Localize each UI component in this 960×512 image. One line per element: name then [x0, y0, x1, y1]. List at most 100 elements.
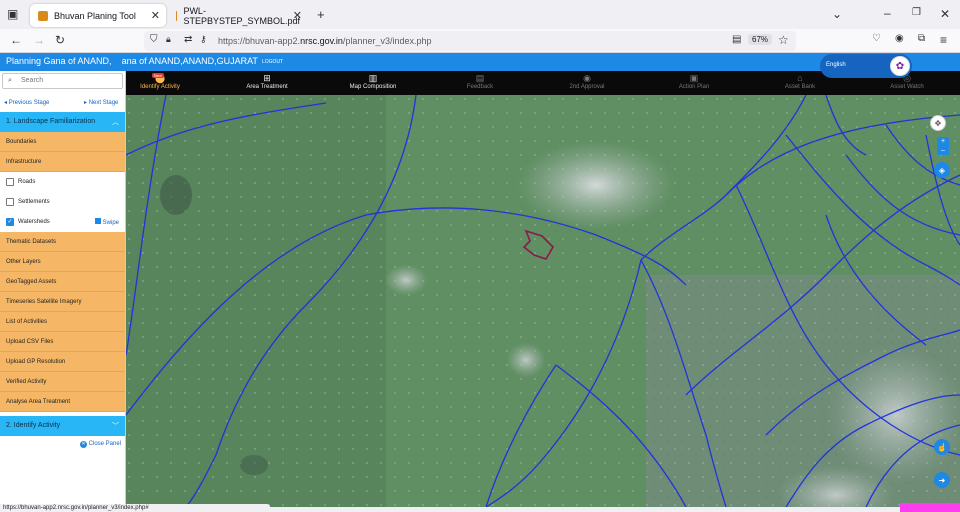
minimize-icon[interactable]: –: [884, 7, 891, 19]
map-icon: ▥: [368, 73, 378, 83]
close-tab-icon[interactable]: ✕: [293, 9, 302, 22]
menu-verified-activity[interactable]: Verified Activity: [0, 372, 125, 392]
pocket-icon[interactable]: ♡: [872, 34, 881, 44]
back-icon[interactable]: ←: [10, 34, 22, 46]
stage-label: 2nd Approval: [569, 84, 605, 90]
map-view[interactable]: ✥ + – ◈ ☝ ➜: [126, 95, 960, 507]
reader-view-icon[interactable]: ▤: [732, 35, 741, 45]
status-url: https://bhuvan-app2.nrsc.gov.in/planner_…: [0, 504, 270, 512]
stage-map-composition[interactable]: ▥ Map Composition: [323, 71, 423, 95]
shield-icon[interactable]: ⛉: [150, 35, 158, 45]
menu-label: Thematic Datasets: [6, 239, 57, 245]
urban-area: [506, 342, 546, 378]
menu-list-of-activities[interactable]: List of Activities: [0, 312, 125, 332]
bookmark-star-icon[interactable]: ☆: [778, 34, 789, 46]
stage-label: Asset Watch: [890, 84, 924, 90]
menu-icon[interactable]: ≡: [940, 34, 947, 46]
layer-settlements[interactable]: Settlements: [0, 192, 125, 212]
stage-label: Identify Activity: [140, 84, 180, 90]
next-stage-label: Next Stage: [88, 100, 119, 106]
forward-icon[interactable]: →: [33, 34, 45, 46]
layer-label: Roads: [18, 179, 36, 185]
menu-label: Upload CSV Files: [6, 339, 54, 345]
compass-button[interactable]: ✥: [930, 115, 946, 131]
browser-nav-bar: ← → ↻ ⛉ 🔒︎ ⇄ ⚷ https://bhuvan-app2.nrsc.…: [0, 29, 960, 53]
page-title-rest: ana of ANAND,ANAND,GUJARAT: [121, 56, 258, 66]
zoom-in-icon[interactable]: +: [937, 137, 949, 146]
stage-label: Action Plan: [678, 84, 710, 90]
menu-label: List of Activities: [6, 319, 48, 325]
section-identify-activity[interactable]: 2. Identify Activity ﹀: [0, 416, 125, 436]
swipe-icon: [94, 218, 101, 224]
close-window-icon[interactable]: ✕: [940, 8, 950, 20]
tab-overview-icon[interactable]: ▣: [7, 8, 18, 20]
next-stage-link[interactable]: ▸ Next Stage: [84, 99, 118, 106]
page-title: Planning Gana of ANAND, ana of ANAND,ANAN…: [6, 56, 258, 66]
stage-feedback[interactable]: ▤ Feedback: [430, 71, 530, 95]
urban-area: [826, 345, 960, 485]
address-bar[interactable]: ⛉ 🔒︎ ⇄ ⚷ https://bhuvan-app2.nrsc.gov.in…: [144, 31, 796, 51]
roads-checkbox[interactable]: [6, 178, 14, 186]
search-input[interactable]: ⌕ Search: [2, 73, 123, 89]
browser-tab-bar: ▣ Bhuvan Planing Tool ✕ PWL-STEPBYSTEP_S…: [0, 0, 960, 29]
swipe-button[interactable]: Swipe: [94, 218, 119, 226]
layers-button[interactable]: ◈: [934, 162, 950, 178]
menu-other-layers[interactable]: Other Layers: [0, 252, 125, 272]
menu-infrastructure[interactable]: Infrastructure: [0, 152, 125, 172]
stage-2nd-approval[interactable]: ◉ 2nd Approval: [537, 71, 637, 95]
menu-boundaries[interactable]: Boundaries: [0, 132, 125, 152]
zoom-controls: + –: [937, 137, 949, 155]
stage-label: Feedback: [466, 84, 494, 90]
stage-label: Asset Bank: [784, 84, 816, 90]
reload-icon[interactable]: ↻: [55, 34, 65, 46]
zoom-out-icon[interactable]: –: [937, 146, 949, 155]
layer-label: Settlements: [18, 199, 50, 205]
key-icon[interactable]: ⚷: [200, 35, 207, 44]
section-landscape-familiarization[interactable]: 1. Landscape Familiarization ︿: [0, 112, 125, 132]
new-tab-icon[interactable]: +: [317, 8, 325, 21]
lock-icon[interactable]: 🔒︎: [166, 35, 171, 44]
tab-bhuvan[interactable]: Bhuvan Planing Tool ✕: [30, 4, 166, 27]
bhuvan-favicon-icon: [38, 10, 48, 21]
tab-pdf[interactable]: PWL-STEPBYSTEP_SYMBOL.pdf ✕: [168, 4, 308, 27]
app-header: Planning Gana of ANAND, ana of ANAND,ANAN…: [0, 53, 960, 71]
url-text[interactable]: https://bhuvan-app2.nrsc.gov.in/planner_…: [218, 36, 432, 46]
close-panel-button[interactable]: ✕ Close Panel: [80, 441, 121, 448]
menu-analyse-area-treatment[interactable]: Analyse Area Treatment: [0, 392, 125, 412]
previous-stage-link[interactable]: ◂ Previous Stage: [4, 99, 49, 106]
zoom-level[interactable]: 67%: [748, 34, 773, 45]
tab-title: PWL-STEPBYSTEP_SYMBOL.pdf: [183, 5, 300, 26]
menu-upload-gp-resolution[interactable]: Upload GP Resolution: [0, 352, 125, 372]
save-icon: ▣: [689, 73, 699, 83]
swipe-label: Swipe: [102, 220, 119, 226]
logout-link[interactable]: LOGOUT: [262, 59, 283, 65]
section-title: 1. Landscape Familiarization: [6, 118, 96, 125]
previous-stage-label: Previous Stage: [8, 100, 50, 106]
menu-label: Infrastructure: [6, 159, 42, 165]
identify-cursor-button[interactable]: ☝: [934, 439, 950, 455]
account-icon[interactable]: ◉: [895, 34, 904, 44]
restore-icon[interactable]: ❐: [912, 8, 921, 18]
menu-geotagged-assets[interactable]: GeoTagged Assets: [0, 272, 125, 292]
language-label: English: [826, 62, 846, 68]
side-panel: ⌕ Search ◂ Previous Stage ▸ Next Stage 1…: [0, 71, 126, 512]
water-body: [240, 455, 268, 475]
satellite-map[interactable]: [126, 95, 960, 507]
watersheds-checkbox[interactable]: ✓: [6, 218, 14, 226]
water-body: [160, 175, 192, 215]
stage-action-plan[interactable]: ▣ Action Plan: [644, 71, 744, 95]
search-placeholder: Search: [21, 77, 44, 84]
next-arrow-button[interactable]: ➜: [934, 472, 950, 488]
close-tab-icon[interactable]: ✕: [151, 9, 160, 22]
extensions-icon[interactable]: ⧉: [918, 34, 925, 44]
menu-upload-csv[interactable]: Upload CSV Files: [0, 332, 125, 352]
menu-thematic-datasets[interactable]: Thematic Datasets: [0, 232, 125, 252]
permissions-icon[interactable]: ⇄: [184, 35, 192, 45]
settlements-checkbox[interactable]: [6, 198, 14, 206]
tab-list-icon[interactable]: ⌄: [832, 8, 842, 20]
tab-title: Bhuvan Planing Tool: [54, 10, 136, 21]
layer-watersheds[interactable]: ✓ Watersheds Swipe: [0, 212, 125, 232]
stage-area-treatment[interactable]: ⊞ Area Treatment: [217, 71, 317, 95]
layer-roads[interactable]: Roads: [0, 172, 125, 192]
menu-timeseries-imagery[interactable]: Timeseries Satellite Imagery: [0, 292, 125, 312]
